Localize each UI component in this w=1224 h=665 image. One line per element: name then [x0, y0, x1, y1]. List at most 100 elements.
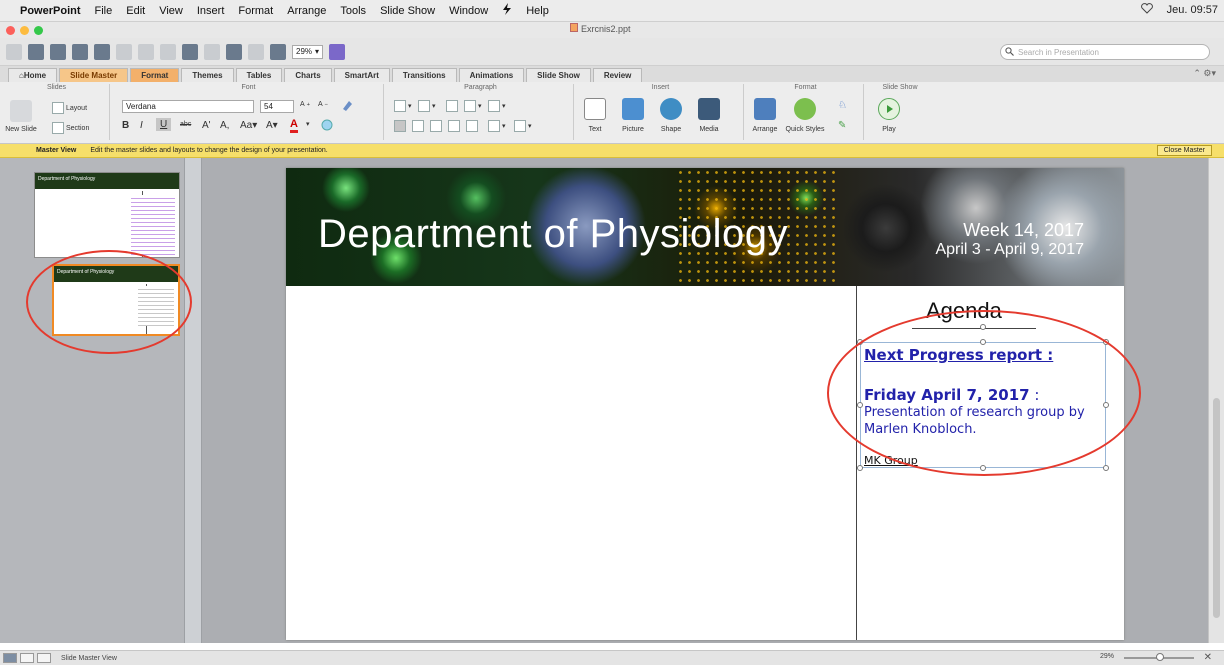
banner-dates[interactable]: April 3 - April 9, 2017 — [935, 241, 1084, 259]
clear-format-icon[interactable] — [340, 99, 354, 113]
save-icon[interactable] — [72, 43, 88, 60]
text-box-icon[interactable] — [584, 98, 606, 120]
tab-charts[interactable]: Charts — [284, 68, 332, 82]
shape-icon[interactable] — [660, 98, 682, 120]
media-browser-icon[interactable] — [270, 43, 286, 60]
text-button[interactable]: Text — [575, 126, 615, 133]
font-color-dropdown-icon[interactable]: ▾ — [306, 120, 310, 128]
align-left-button[interactable] — [394, 120, 406, 132]
highlight-icon[interactable] — [320, 118, 334, 132]
vertical-scrollbar[interactable] — [1208, 158, 1224, 643]
line-spacing-button[interactable]: ▾ — [464, 100, 482, 112]
close-window-button[interactable] — [6, 25, 15, 35]
close-icon[interactable]: ✕ — [1204, 652, 1212, 663]
italic-button[interactable]: I — [140, 120, 143, 131]
close-master-button[interactable]: Close Master — [1156, 145, 1212, 156]
menu-slideshow[interactable]: Slide Show — [380, 5, 435, 17]
menu-tools[interactable]: Tools — [340, 5, 366, 17]
picture-icon[interactable] — [622, 98, 644, 120]
tab-slide-master[interactable]: Slide Master — [59, 68, 129, 82]
paste-icon[interactable] — [160, 43, 176, 60]
distribute-button[interactable] — [466, 120, 478, 132]
font-color-button[interactable]: A — [290, 118, 298, 133]
shape-outline-icon[interactable]: ✎ — [838, 120, 846, 131]
ribbon-collapse-icon[interactable]: ⌃ ⚙▾ — [1193, 68, 1216, 79]
help-toolbar-icon[interactable] — [329, 43, 346, 60]
banner-week[interactable]: Week 14, 2017 — [963, 220, 1084, 241]
shape-button[interactable]: Shape — [651, 126, 691, 133]
tab-tables[interactable]: Tables — [235, 68, 283, 82]
clock[interactable]: Jeu. 09:57 — [1167, 4, 1218, 16]
picture-button[interactable]: Picture — [613, 126, 653, 133]
section-button[interactable]: Section — [52, 122, 89, 134]
shape-fill-icon[interactable]: ♘ — [838, 100, 847, 111]
slide-master-thumbnail[interactable]: Department of Physiology — [34, 172, 180, 258]
search-input[interactable]: Search in Presentation — [1000, 44, 1210, 60]
normal-view-icon[interactable] — [28, 43, 44, 60]
numbering-button[interactable]: ▾ — [418, 100, 436, 112]
quick-styles-icon[interactable] — [794, 98, 816, 120]
char-spacing-button[interactable]: A▾ — [266, 120, 278, 131]
tab-smartart[interactable]: SmartArt — [333, 68, 390, 82]
tab-review[interactable]: Review — [592, 68, 643, 82]
grow-font-button[interactable]: A + — [300, 101, 310, 108]
bold-button[interactable]: B — [122, 120, 129, 131]
reading-view-button[interactable] — [37, 653, 51, 663]
tab-slideshow[interactable]: Slide Show — [526, 68, 591, 82]
underline-button[interactable]: U — [156, 118, 172, 131]
heart-icon[interactable] — [1140, 3, 1153, 17]
thumbnail-column[interactable]: Department of Physiology Department of P… — [8, 158, 184, 643]
help-icon[interactable] — [6, 43, 22, 60]
minimize-window-button[interactable] — [20, 25, 29, 35]
new-slide-button[interactable]: New Slide — [1, 126, 41, 133]
subscript-button[interactable]: A, — [220, 120, 229, 131]
zoom-select[interactable]: 29% ▾ — [292, 44, 324, 59]
menu-insert[interactable]: Insert — [197, 5, 225, 17]
menu-help[interactable]: Help — [526, 5, 549, 17]
tab-animations[interactable]: Animations — [458, 68, 525, 82]
zoom-slider-knob[interactable] — [1156, 653, 1164, 661]
menu-view[interactable]: View — [159, 5, 183, 17]
font-size-select[interactable]: 54 — [260, 100, 294, 113]
tab-transitions[interactable]: Transitions — [391, 68, 457, 82]
change-case-button[interactable]: Aa▾ — [240, 120, 257, 131]
menu-arrange[interactable]: Arrange — [287, 5, 326, 17]
zoom-window-button[interactable] — [34, 25, 43, 35]
tab-themes[interactable]: Themes — [181, 68, 234, 82]
menu-file[interactable]: File — [95, 5, 113, 17]
tab-format[interactable]: Format — [130, 68, 180, 82]
smartart-convert-button[interactable]: ▾ — [514, 120, 532, 132]
arrange-button[interactable]: Arrange — [745, 126, 785, 133]
panel-splitter[interactable] — [184, 158, 202, 643]
arrange-icon[interactable] — [754, 98, 776, 120]
superscript-button[interactable]: A' — [202, 120, 211, 131]
justify-button[interactable] — [448, 120, 460, 132]
resize-handle-bl[interactable] — [857, 465, 863, 471]
scrollbar-thumb[interactable] — [1213, 398, 1220, 618]
sorter-view-button[interactable] — [20, 653, 34, 663]
font-name-select[interactable]: Verdana — [122, 100, 254, 113]
undo-icon[interactable] — [204, 43, 220, 60]
banner-image[interactable]: Department of Physiology Week 14, 2017 A… — [286, 168, 1124, 286]
indent-button[interactable] — [446, 100, 458, 112]
banner-title[interactable]: Department of Physiology — [318, 212, 788, 257]
bullets-button[interactable]: ▾ — [394, 100, 412, 112]
script-icon[interactable] — [502, 3, 512, 18]
align-right-button[interactable] — [430, 120, 442, 132]
normal-view-button[interactable] — [3, 653, 17, 663]
redo-icon[interactable] — [226, 43, 242, 60]
new-slide-icon[interactable] — [10, 100, 32, 122]
tab-home[interactable]: ⌂ Home — [8, 68, 58, 82]
layout-button[interactable]: Layout — [52, 102, 87, 114]
slide-sorter-icon[interactable] — [50, 43, 66, 60]
play-icon[interactable] — [878, 98, 900, 120]
strikethrough-button[interactable]: abc — [180, 121, 191, 128]
copy-icon[interactable] — [138, 43, 154, 60]
cut-icon[interactable] — [116, 43, 132, 60]
shrink-font-button[interactable]: A − — [318, 101, 328, 108]
format-painter-icon[interactable] — [182, 43, 198, 60]
menu-edit[interactable]: Edit — [126, 5, 145, 17]
menu-app[interactable]: PowerPoint — [20, 5, 81, 17]
media-button[interactable]: Media — [689, 126, 729, 133]
columns-button[interactable]: ▾ — [488, 100, 506, 112]
